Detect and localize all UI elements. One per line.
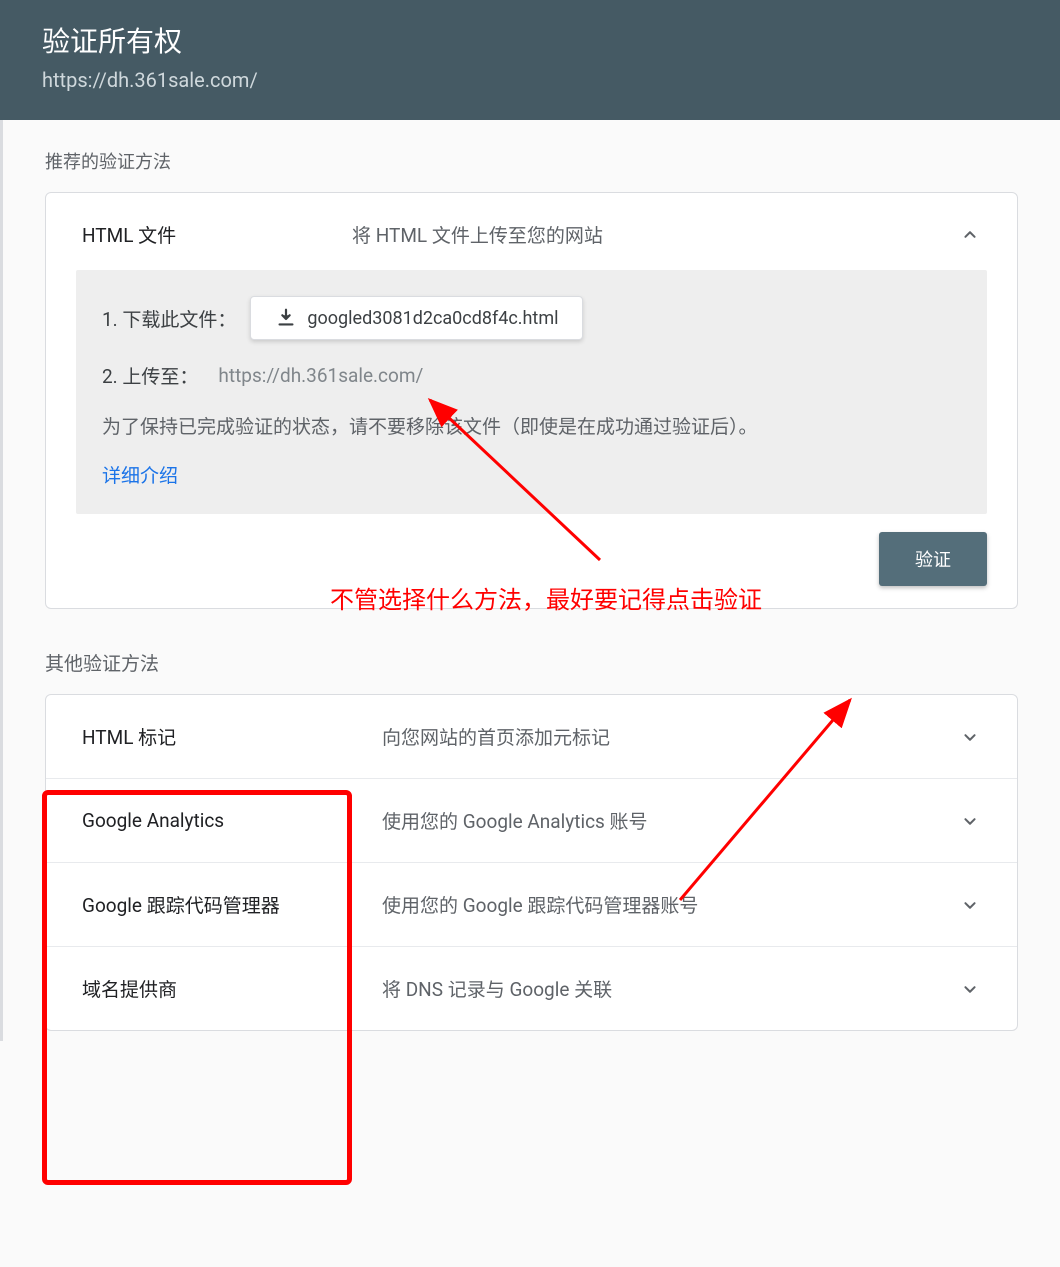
content-area: 推荐的验证方法 HTML 文件 将 HTML 文件上传至您的网站 1. 下载此文… <box>0 120 1060 1041</box>
recommended-section-label: 推荐的验证方法 <box>45 148 1018 174</box>
step-2-label: 2. 上传至： <box>102 362 198 389</box>
other-methods-list: HTML 标记 向您网站的首页添加元标记 Google Analytics 使用… <box>45 694 1018 1031</box>
step-1-label: 1. 下载此文件： <box>102 305 236 332</box>
other-method-google-analytics[interactable]: Google Analytics 使用您的 Google Analytics 账… <box>46 779 1017 863</box>
method-header[interactable]: HTML 文件 将 HTML 文件上传至您的网站 <box>46 193 1017 270</box>
chevron-down-icon <box>959 726 981 748</box>
step-2: 2. 上传至： https://dh.361sale.com/ <box>102 362 961 389</box>
other-method-tag-manager[interactable]: Google 跟踪代码管理器 使用您的 Google 跟踪代码管理器账号 <box>46 863 1017 947</box>
verification-note: 为了保持已完成验证的状态，请不要移除该文件（即使是在成功通过验证后）。 <box>102 411 961 443</box>
other-method-name: Google 跟踪代码管理器 <box>82 891 382 918</box>
verify-button[interactable]: 验证 <box>879 532 987 586</box>
other-method-desc: 使用您的 Google 跟踪代码管理器账号 <box>382 891 959 918</box>
card-footer: 验证 <box>46 532 1017 608</box>
chevron-up-icon <box>959 224 981 246</box>
other-method-desc: 将 DNS 记录与 Google 关联 <box>382 975 959 1002</box>
other-method-desc: 使用您的 Google Analytics 账号 <box>382 807 959 834</box>
download-file-button[interactable]: googled3081d2ca0cd8f4c.html <box>250 296 583 340</box>
other-method-domain-provider[interactable]: 域名提供商 将 DNS 记录与 Google 关联 <box>46 947 1017 1030</box>
page-header: 验证所有权 https://dh.361sale.com/ <box>0 0 1060 120</box>
upload-url: https://dh.361sale.com/ <box>218 364 423 387</box>
other-section-label: 其他验证方法 <box>45 649 1018 676</box>
step-1: 1. 下载此文件： googled3081d2ca0cd8f4c.html <box>102 296 961 340</box>
chevron-down-icon <box>959 978 981 1000</box>
chevron-down-icon <box>959 894 981 916</box>
chevron-down-icon <box>959 810 981 832</box>
other-method-name: 域名提供商 <box>82 975 382 1002</box>
page-url: https://dh.361sale.com/ <box>42 68 1018 92</box>
other-method-desc: 向您网站的首页添加元标记 <box>382 723 959 750</box>
other-method-html-tag[interactable]: HTML 标记 向您网站的首页添加元标记 <box>46 695 1017 779</box>
learn-more-link[interactable]: 详细介绍 <box>102 461 961 488</box>
other-method-name: HTML 标记 <box>82 723 382 750</box>
download-filename: googled3081d2ca0cd8f4c.html <box>307 308 558 329</box>
method-name: HTML 文件 <box>82 221 352 248</box>
other-method-name: Google Analytics <box>82 809 382 832</box>
method-body: 1. 下载此文件： googled3081d2ca0cd8f4c.html 2.… <box>76 270 987 514</box>
method-desc: 将 HTML 文件上传至您的网站 <box>352 221 959 248</box>
download-icon <box>275 307 297 329</box>
recommended-card: HTML 文件 将 HTML 文件上传至您的网站 1. 下载此文件： googl… <box>45 192 1018 609</box>
page-title: 验证所有权 <box>42 20 1018 60</box>
